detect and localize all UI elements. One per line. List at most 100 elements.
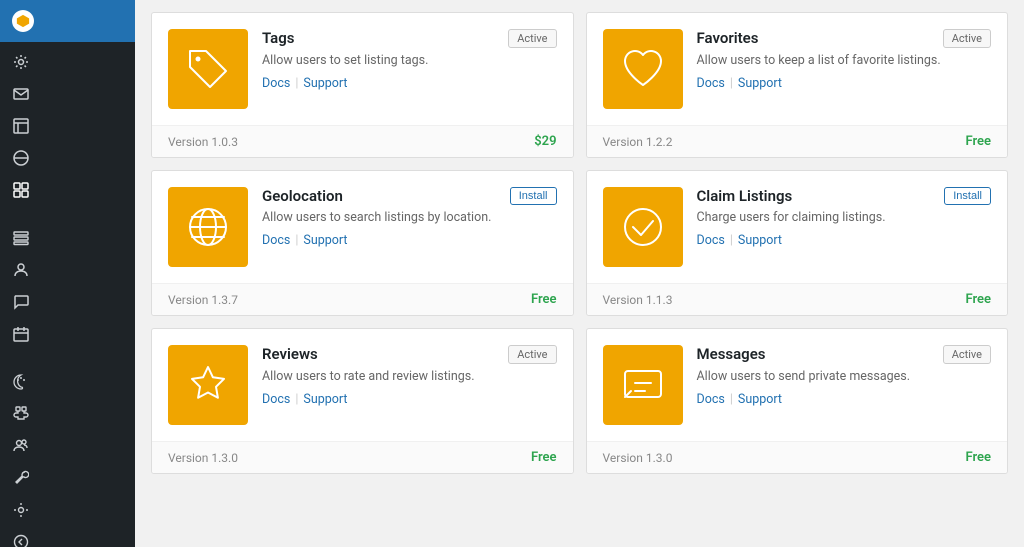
links-sep-reviews: | [295, 392, 298, 407]
card-icon-geolocation [168, 187, 248, 267]
install-button-geolocation[interactable]: Install [510, 187, 557, 205]
docs-link-geolocation[interactable]: Docs [262, 233, 290, 248]
emails-icon [12, 85, 30, 103]
card-links-messages: Docs | Support [697, 392, 992, 407]
support-link-tags[interactable]: Support [303, 76, 347, 91]
docs-link-favorites[interactable]: Docs [697, 76, 725, 91]
card-header-messages: Messages Active [697, 345, 992, 364]
support-link-geolocation[interactable]: Support [303, 233, 347, 248]
install-button-claim-listings[interactable]: Install [944, 187, 991, 205]
sidebar [0, 0, 135, 547]
card-bottom-tags: Version 1.0.3 $29 [152, 125, 573, 157]
sidebar-item-listings[interactable] [0, 222, 135, 254]
card-price-tags: $29 [534, 134, 556, 149]
sidebar-bottom-section [0, 362, 135, 547]
card-links-reviews: Docs | Support [262, 392, 557, 407]
card-desc-claim-listings: Charge users for claiming listings. [697, 209, 992, 227]
appearance-icon [12, 373, 30, 391]
status-badge-messages: Active [943, 345, 991, 364]
card-title-messages: Messages [697, 345, 766, 363]
sidebar-item-extensions[interactable] [0, 174, 135, 206]
extension-card-geolocation: Geolocation Install Allow users to searc… [151, 170, 574, 316]
card-info-messages: Messages Active Allow users to send priv… [697, 345, 992, 407]
support-link-claim-listings[interactable]: Support [738, 233, 782, 248]
card-desc-geolocation: Allow users to search listings by locati… [262, 209, 557, 227]
sidebar-item-vendors[interactable] [0, 254, 135, 286]
sidebar-item-collapse[interactable] [0, 526, 135, 547]
card-header-claim-listings: Claim Listings Install [697, 187, 992, 205]
card-title-favorites: Favorites [697, 29, 759, 47]
support-link-messages[interactable]: Support [738, 392, 782, 407]
support-link-reviews[interactable]: Support [303, 392, 347, 407]
card-title-tags: Tags [262, 29, 295, 47]
extension-card-claim-listings: Claim Listings Install Charge users for … [586, 170, 1009, 316]
docs-link-reviews[interactable]: Docs [262, 392, 290, 407]
links-sep-claim-listings: | [730, 233, 733, 248]
card-info-tags: Tags Active Allow users to set listing t… [262, 29, 557, 91]
status-badge-tags: Active [508, 29, 556, 48]
card-bottom-favorites: Version 1.2.2 Free [587, 125, 1008, 157]
card-bottom-messages: Version 1.3.0 Free [587, 441, 1008, 473]
collapse-icon [12, 533, 30, 547]
links-sep-tags: | [295, 76, 298, 91]
listings-icon [12, 229, 30, 247]
card-version-geolocation: Version 1.3.7 [168, 293, 238, 307]
card-top-reviews: Reviews Active Allow users to rate and r… [152, 329, 573, 441]
card-version-claim-listings: Version 1.1.3 [603, 293, 673, 307]
card-version-favorites: Version 1.2.2 [603, 135, 673, 149]
sidebar-item-bookings[interactable] [0, 318, 135, 350]
card-title-geolocation: Geolocation [262, 187, 343, 205]
links-sep-geolocation: | [295, 233, 298, 248]
tools-icon [12, 469, 30, 487]
card-icon-favorites [603, 29, 683, 109]
docs-link-messages[interactable]: Docs [697, 392, 725, 407]
card-title-claim-listings: Claim Listings [697, 187, 793, 205]
bookings-icon [12, 325, 30, 343]
sidebar-item-templates[interactable] [0, 110, 135, 142]
sidebar-item-settings[interactable] [0, 46, 135, 78]
main-content: Tags Active Allow users to set listing t… [135, 0, 1024, 547]
sidebar-item-settings2[interactable] [0, 494, 135, 526]
vendors-icon [12, 261, 30, 279]
card-top-tags: Tags Active Allow users to set listing t… [152, 13, 573, 125]
card-bottom-geolocation: Version 1.3.7 Free [152, 283, 573, 315]
sidebar-item-users[interactable] [0, 430, 135, 462]
extensions-grid: Tags Active Allow users to set listing t… [151, 12, 1008, 474]
sidebar-item-emails[interactable] [0, 78, 135, 110]
card-header-geolocation: Geolocation Install [262, 187, 557, 205]
settings-icon [12, 53, 30, 71]
card-price-claim-listings: Free [965, 292, 991, 307]
card-version-messages: Version 1.3.0 [603, 451, 673, 465]
sidebar-item-themes[interactable] [0, 142, 135, 174]
links-sep-favorites: | [730, 76, 733, 91]
docs-link-claim-listings[interactable]: Docs [697, 233, 725, 248]
card-top-favorites: Favorites Active Allow users to keep a l… [587, 13, 1008, 125]
support-link-favorites[interactable]: Support [738, 76, 782, 91]
card-version-reviews: Version 1.3.0 [168, 451, 238, 465]
card-top-geolocation: Geolocation Install Allow users to searc… [152, 171, 573, 283]
card-desc-favorites: Allow users to keep a list of favorite l… [697, 52, 992, 70]
card-icon-messages [603, 345, 683, 425]
card-price-reviews: Free [531, 450, 557, 465]
card-icon-reviews [168, 345, 248, 425]
card-info-reviews: Reviews Active Allow users to rate and r… [262, 345, 557, 407]
card-price-geolocation: Free [531, 292, 557, 307]
sidebar-item-plugins[interactable] [0, 398, 135, 430]
links-sep-messages: | [730, 392, 733, 407]
card-info-favorites: Favorites Active Allow users to keep a l… [697, 29, 992, 91]
card-header-tags: Tags Active [262, 29, 557, 48]
sidebar-item-appearance[interactable] [0, 366, 135, 398]
card-links-claim-listings: Docs | Support [697, 233, 992, 248]
card-title-reviews: Reviews [262, 345, 318, 363]
docs-link-tags[interactable]: Docs [262, 76, 290, 91]
sidebar-item-testimonials[interactable] [0, 286, 135, 318]
card-top-claim-listings: Claim Listings Install Charge users for … [587, 171, 1008, 283]
card-header-favorites: Favorites Active [697, 29, 992, 48]
card-bottom-claim-listings: Version 1.1.3 Free [587, 283, 1008, 315]
brand-logo[interactable] [0, 0, 135, 42]
status-badge-reviews: Active [508, 345, 556, 364]
card-links-geolocation: Docs | Support [262, 233, 557, 248]
card-icon-claim-listings [603, 187, 683, 267]
sidebar-item-tools[interactable] [0, 462, 135, 494]
card-top-messages: Messages Active Allow users to send priv… [587, 329, 1008, 441]
